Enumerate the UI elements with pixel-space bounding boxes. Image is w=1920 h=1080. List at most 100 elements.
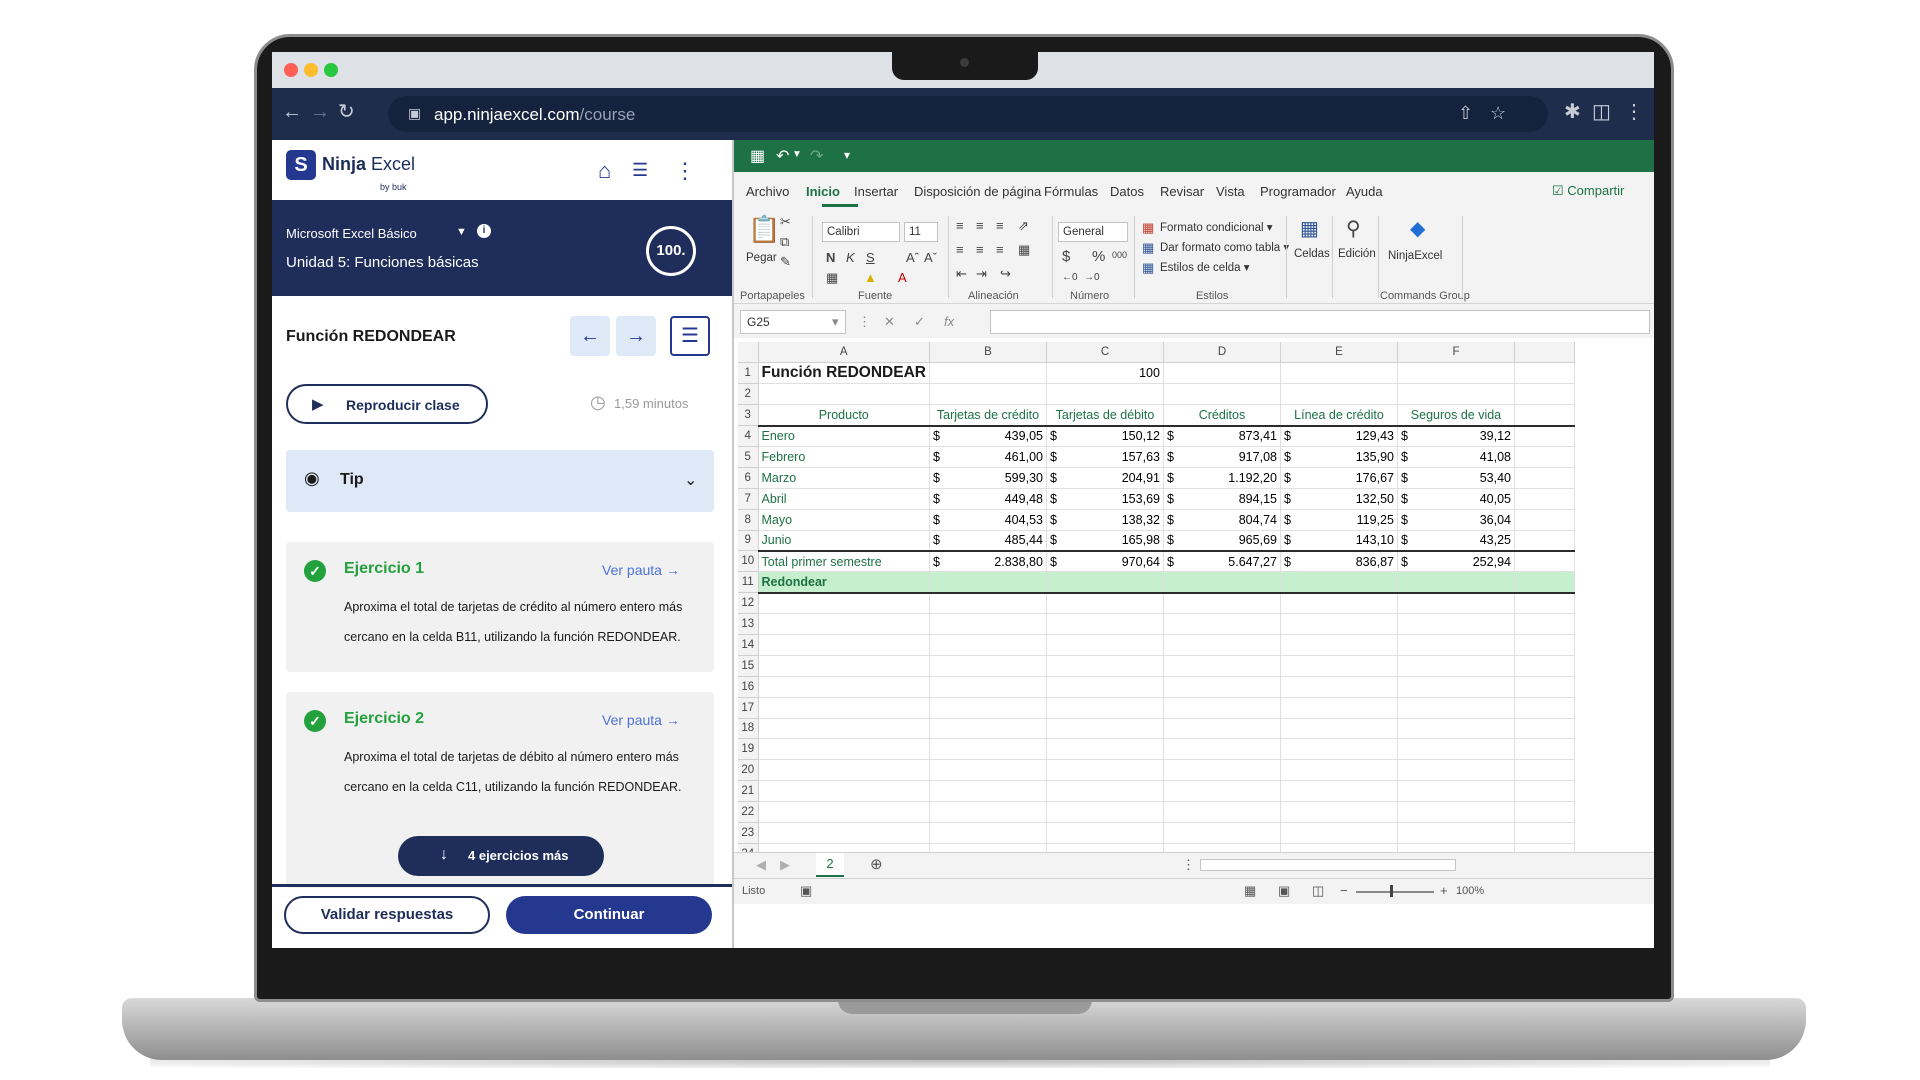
address-bar[interactable]: ▣ app.ninjaexcel.com/course ⇧ ☆ <box>388 96 1548 132</box>
cell[interactable] <box>1397 697 1515 719</box>
cell[interactable] <box>1514 404 1575 427</box>
increase-decimal-icon[interactable]: ←0 <box>1062 272 1078 283</box>
cell[interactable] <box>758 843 930 852</box>
cut-icon[interactable]: ✂ <box>780 214 791 230</box>
home-icon[interactable]: ⌂ <box>598 158 611 184</box>
undo-icon[interactable]: ↶ <box>776 146 789 166</box>
value-cell[interactable]: $176,67 <box>1280 467 1398 489</box>
cell[interactable] <box>1280 383 1398 406</box>
product-cell[interactable]: Marzo <box>758 467 930 489</box>
row-header[interactable]: 22 <box>738 801 759 823</box>
cell[interactable] <box>1514 676 1575 698</box>
cell[interactable] <box>1163 738 1281 761</box>
row-header[interactable]: 18 <box>738 718 759 740</box>
cell[interactable] <box>929 780 1047 803</box>
borders-icon[interactable]: ▦ <box>826 270 838 286</box>
value-cell[interactable]: $1.192,20 <box>1163 467 1281 489</box>
product-cell[interactable]: Abril <box>758 488 930 510</box>
minimize-window-button[interactable] <box>304 63 318 77</box>
edit-search-icon[interactable]: ⚲ <box>1346 216 1361 241</box>
text-direction-icon[interactable]: ↪ <box>1000 266 1011 282</box>
cell[interactable] <box>1514 571 1575 594</box>
value-cell[interactable]: $873,41 <box>1163 425 1281 447</box>
cell[interactable] <box>758 780 930 803</box>
cell[interactable] <box>1397 780 1515 803</box>
cell[interactable] <box>1280 822 1398 844</box>
tab-insertar[interactable]: Insertar <box>854 184 898 199</box>
product-cell[interactable]: Febrero <box>758 446 930 468</box>
cell[interactable] <box>758 383 930 406</box>
zoom-out-icon[interactable]: − <box>1340 883 1348 898</box>
italic-icon[interactable]: K <box>846 250 855 265</box>
value-cell[interactable]: $129,43 <box>1280 425 1398 447</box>
column-title-cell[interactable]: Tarjetas de crédito <box>929 404 1047 427</box>
cell[interactable] <box>1163 780 1281 803</box>
value-cell[interactable]: $40,05 <box>1397 488 1515 510</box>
cell[interactable] <box>1046 383 1164 406</box>
cell[interactable] <box>1397 383 1515 406</box>
cell[interactable] <box>929 718 1047 740</box>
cell[interactable] <box>929 383 1047 406</box>
cell[interactable] <box>1397 801 1515 823</box>
value-cell[interactable]: $894,15 <box>1163 488 1281 510</box>
page-break-view-icon[interactable]: ◫ <box>1312 883 1324 899</box>
page-layout-view-icon[interactable]: ▣ <box>1278 883 1290 899</box>
cells-button[interactable]: Celdas <box>1294 248 1330 260</box>
view-solution-link[interactable]: Ver pauta → <box>602 712 680 728</box>
row-header[interactable]: 20 <box>738 759 759 782</box>
cell[interactable] <box>1397 843 1515 852</box>
zoom-in-icon[interactable]: + <box>1440 883 1448 898</box>
more-options-icon[interactable]: ⋮ <box>674 158 696 184</box>
cell[interactable] <box>1514 467 1575 489</box>
value-cell[interactable]: $461,00 <box>929 446 1047 468</box>
cell[interactable] <box>1514 383 1575 406</box>
row-header[interactable]: 3 <box>738 404 759 427</box>
font-color-icon[interactable]: A <box>898 270 907 285</box>
align-right-icon[interactable]: ≡ <box>996 242 1004 257</box>
cell[interactable] <box>929 697 1047 719</box>
tab-datos[interactable]: Datos <box>1110 184 1144 199</box>
cell[interactable] <box>1163 718 1281 740</box>
zoom-slider-handle[interactable] <box>1390 885 1393 897</box>
cell[interactable] <box>1280 613 1398 635</box>
answer-cell[interactable] <box>1046 571 1164 594</box>
column-header[interactable] <box>1514 342 1575 364</box>
total-value-cell[interactable]: $970,64 <box>1046 549 1164 573</box>
validate-answers-button[interactable]: Validar respuestas <box>284 896 490 934</box>
add-sheet-icon[interactable]: ⊕ <box>870 855 883 873</box>
value-cell[interactable]: $53,40 <box>1397 467 1515 489</box>
cell[interactable] <box>929 801 1047 823</box>
undo-dropdown-icon[interactable]: ▼ <box>792 149 802 160</box>
select-all-corner[interactable] <box>738 342 759 364</box>
customize-toolbar-icon[interactable]: ▾ <box>844 148 850 162</box>
confirm-entry-icon[interactable]: ✓ <box>914 314 925 330</box>
cell[interactable] <box>929 655 1047 677</box>
underline-icon[interactable]: S <box>866 250 875 265</box>
name-box-dropdown-icon[interactable]: ▾ <box>832 314 839 330</box>
sidepanel-icon[interactable]: ◫ <box>1592 100 1611 124</box>
format-painter-icon[interactable]: ✎ <box>780 254 791 270</box>
font-name-select[interactable]: Calibri <box>822 222 900 242</box>
cell[interactable] <box>1046 676 1164 698</box>
cells-icon[interactable]: ▦ <box>1300 216 1319 241</box>
value-cell[interactable]: $132,50 <box>1280 488 1398 510</box>
value-cell[interactable]: $135,90 <box>1280 446 1398 468</box>
cell[interactable] <box>1397 676 1515 698</box>
round-label-cell[interactable]: Redondear <box>758 571 930 594</box>
cell[interactable] <box>1514 738 1575 761</box>
row-header[interactable]: 11 <box>738 571 759 594</box>
cell[interactable] <box>1280 634 1398 656</box>
extensions-icon[interactable]: ✱ <box>1564 100 1581 124</box>
cell[interactable] <box>1046 738 1164 761</box>
row-header[interactable]: 13 <box>738 613 759 635</box>
name-box[interactable]: G25 <box>740 310 846 334</box>
cell[interactable] <box>1046 801 1164 823</box>
cell[interactable] <box>1397 634 1515 656</box>
cell[interactable] <box>1514 592 1575 615</box>
chat-icon[interactable]: ☰ <box>632 160 648 181</box>
save-icon[interactable]: ▦ <box>750 146 765 166</box>
value-cell[interactable]: $41,08 <box>1397 446 1515 468</box>
orientation-icon[interactable]: ⇗ <box>1018 218 1029 234</box>
cell[interactable] <box>1046 655 1164 677</box>
column-header[interactable]: B <box>929 342 1047 364</box>
